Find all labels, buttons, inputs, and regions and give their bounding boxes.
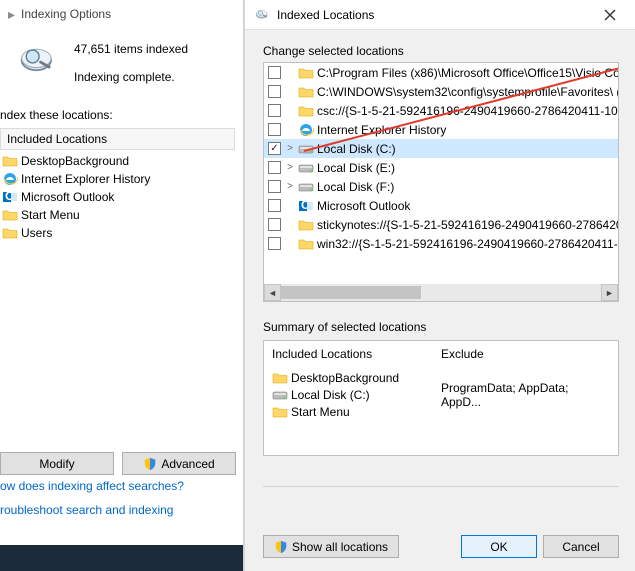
tree-row[interactable]: Microsoft Outlook <box>264 196 618 215</box>
summary-included-item: Local Disk (C:) <box>272 386 441 403</box>
list-item-label: Microsoft Outlook <box>21 190 114 204</box>
tree-expander[interactable]: > <box>283 143 297 154</box>
scroll-right-button[interactable]: ► <box>601 284 618 301</box>
tree-row[interactable]: C:\WINDOWS\system32\config\systemprofile… <box>264 82 618 101</box>
window-title: Indexing Options <box>21 7 111 21</box>
included-column-header[interactable]: Included Locations <box>0 128 235 150</box>
items-indexed-text: 47,651 items indexed <box>74 42 188 56</box>
advanced-button[interactable]: Advanced <box>122 452 236 475</box>
tree-row[interactable]: Internet Explorer History <box>264 120 618 139</box>
summary-included-header: Included Locations <box>272 347 441 361</box>
drive-icon <box>272 387 288 403</box>
outlook-icon <box>298 198 314 214</box>
drive-icon <box>298 179 314 195</box>
dialog-title: Indexed Locations <box>277 8 589 22</box>
tree-expander[interactable]: > <box>283 181 297 192</box>
troubleshoot-link[interactable]: roubleshoot search and indexing <box>0 503 184 517</box>
folder-icon <box>272 370 288 386</box>
indexing-searches-link[interactable]: ow does indexing affect searches? <box>0 479 184 493</box>
drive-icon <box>298 160 314 176</box>
summary-included-item: Start Menu <box>272 403 441 420</box>
back-icon: ▸ <box>8 6 15 23</box>
ie-icon <box>298 122 314 138</box>
summary-label: Summary of selected locations <box>263 320 619 334</box>
folder-icon <box>272 404 288 420</box>
tree-item-label: Local Disk (C:) <box>317 142 396 156</box>
list-item-label: DesktopBackground <box>21 154 129 168</box>
tree-checkbox[interactable] <box>268 161 281 174</box>
cancel-button[interactable]: Cancel <box>543 535 619 558</box>
close-button[interactable] <box>589 1 631 29</box>
summary-exclude-text: ProgramData; AppData; AppD... <box>441 386 610 403</box>
horizontal-scrollbar[interactable]: ◄ ► <box>264 284 618 301</box>
folder-icon <box>298 236 314 252</box>
summary-box: Included Locations DesktopBackgroundLoca… <box>263 340 619 456</box>
footer-band <box>0 545 243 571</box>
summary-included-item: DesktopBackground <box>272 369 441 386</box>
modify-button[interactable]: Modify <box>0 452 114 475</box>
folder-icon <box>298 84 314 100</box>
tree-item-label: Local Disk (F:) <box>317 180 394 194</box>
tree-expander[interactable]: > <box>283 162 297 173</box>
tree-checkbox[interactable] <box>268 123 281 136</box>
show-all-locations-button[interactable]: Show all locations <box>263 535 399 558</box>
tree-checkbox[interactable] <box>268 180 281 193</box>
included-location-item[interactable]: Microsoft Outlook <box>0 188 235 206</box>
tree-checkbox[interactable] <box>268 142 281 155</box>
list-item-label: Users <box>21 226 52 240</box>
shield-icon <box>143 457 157 471</box>
indexed-locations-dialog: Indexed Locations Change selected locati… <box>244 0 635 571</box>
tree-item-label: csc://{S-1-5-21-592416196-2490419660-278… <box>317 104 618 118</box>
tree-row[interactable]: > Local Disk (E:) <box>264 158 618 177</box>
included-location-item[interactable]: Start Menu <box>0 206 235 224</box>
tree-item-label: Local Disk (E:) <box>317 161 395 175</box>
drive-icon <box>298 141 314 157</box>
change-locations-label: Change selected locations <box>263 44 619 58</box>
tree-checkbox[interactable] <box>268 199 281 212</box>
titlebar-a: ▸ Indexing Options <box>0 0 243 28</box>
tree-checkbox[interactable] <box>268 104 281 117</box>
tree-item-label: C:\Program Files (x86)\Microsoft Office\… <box>317 66 618 80</box>
scroll-thumb[interactable] <box>281 286 421 299</box>
indexing-options-window: ▸ Indexing Options 47,651 items indexed … <box>0 0 244 571</box>
tree-item-label: stickynotes://{S-1-5-21-592416196-249041… <box>317 218 618 232</box>
scroll-left-button[interactable]: ◄ <box>264 284 281 301</box>
tree-row[interactable]: C:\Program Files (x86)\Microsoft Office\… <box>264 63 618 82</box>
ok-button[interactable]: OK <box>461 535 537 558</box>
summary-exclude-header: Exclude <box>441 347 610 361</box>
ie-icon <box>2 171 18 187</box>
tree-row[interactable]: csc://{S-1-5-21-592416196-2490419660-278… <box>264 101 618 120</box>
tree-checkbox[interactable] <box>268 85 281 98</box>
tree-row[interactable]: stickynotes://{S-1-5-21-592416196-249041… <box>264 215 618 234</box>
folder-icon <box>298 217 314 233</box>
tree-row[interactable]: win32://{S-1-5-21-592416196-2490419660-2… <box>264 234 618 253</box>
outlook-icon <box>2 189 18 205</box>
tree-row[interactable]: > Local Disk (C:) <box>264 139 618 158</box>
tree-checkbox[interactable] <box>268 66 281 79</box>
tree-item-label: C:\WINDOWS\system32\config\systemprofile… <box>317 85 618 99</box>
index-glass-icon <box>255 7 271 23</box>
index-locations-label: ndex these locations: <box>0 108 235 122</box>
tree-checkbox[interactable] <box>268 237 281 250</box>
list-item-label: Start Menu <box>21 208 80 222</box>
shield-icon <box>274 540 288 554</box>
tree-item-label: Internet Explorer History <box>317 123 446 137</box>
locations-tree[interactable]: C:\Program Files (x86)\Microsoft Office\… <box>263 62 619 302</box>
folder-icon <box>298 65 314 81</box>
indexing-status-text: Indexing complete. <box>74 70 188 84</box>
tree-checkbox[interactable] <box>268 218 281 231</box>
tree-row[interactable]: > Local Disk (F:) <box>264 177 618 196</box>
folder-icon <box>2 207 18 223</box>
tree-item-label: Microsoft Outlook <box>317 199 410 213</box>
tree-item-label: win32://{S-1-5-21-592416196-2490419660-2… <box>317 237 618 251</box>
folder-icon <box>2 153 18 169</box>
included-location-item[interactable]: Users <box>0 224 235 242</box>
list-item-label: Internet Explorer History <box>21 172 150 186</box>
index-glass-icon <box>16 38 64 86</box>
included-location-item[interactable]: Internet Explorer History <box>0 170 235 188</box>
folder-icon <box>298 103 314 119</box>
included-location-item[interactable]: DesktopBackground <box>0 152 235 170</box>
folder-icon <box>2 225 18 241</box>
